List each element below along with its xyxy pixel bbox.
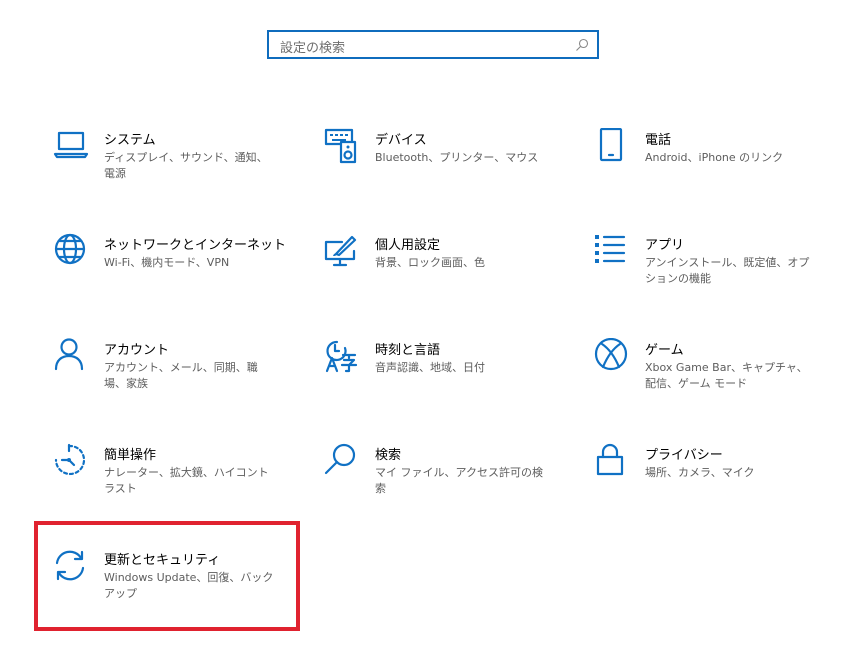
category-title: ネットワークとインターネット <box>104 238 287 253</box>
category-ease-of-access[interactable]: 簡単操作 ナレーター、拡大鏡、ハイコントラスト <box>53 443 293 523</box>
category-title: プライバシー <box>645 448 723 463</box>
category-personalization[interactable]: 個人用設定 背景、ロック画面、色 <box>324 233 564 313</box>
category-title: 時刻と言語 <box>375 343 441 358</box>
category-desc: ディスプレイ、サウンド、通知、電源 <box>104 151 268 180</box>
category-time-language[interactable]: 時刻と言語 音声認識、地域、日付 <box>324 338 564 418</box>
category-gaming[interactable]: ゲーム Xbox Game Bar、キャプチャ、配信、ゲーム モード <box>594 338 834 418</box>
category-title: システム <box>104 133 156 148</box>
category-network[interactable]: ネットワークとインターネット Wi-Fi、機内モード、VPN <box>53 233 293 313</box>
person-icon <box>53 338 89 374</box>
category-title: 簡単操作 <box>104 448 157 463</box>
category-desc: 背景、ロック画面、色 <box>375 256 485 269</box>
search-input[interactable]: 設定の検索 <box>280 37 345 56</box>
category-title: ゲーム <box>645 343 684 358</box>
apps-list-icon <box>594 233 630 269</box>
category-phone[interactable]: 電話 Android、iPhone のリンク <box>594 128 834 208</box>
category-search[interactable]: 検索 マイ ファイル、アクセス許可の検索 <box>324 443 564 523</box>
paint-monitor-icon <box>324 233 360 269</box>
time-language-icon <box>324 338 360 374</box>
category-desc: 場所、カメラ、マイク <box>645 466 755 479</box>
category-desc: ナレーター、拡大鏡、ハイコントラスト <box>104 466 269 495</box>
category-title: デバイス <box>375 133 427 148</box>
category-accounts[interactable]: アカウント アカウント、メール、同期、職場、家族 <box>53 338 293 418</box>
keyboard-speaker-icon <box>324 128 360 164</box>
search-icon <box>576 38 589 51</box>
category-desc: アンインストール、既定値、オプションの機能 <box>645 256 810 285</box>
category-title: 個人用設定 <box>375 238 441 253</box>
ease-of-access-icon <box>53 443 89 479</box>
category-title: アカウント <box>104 343 170 358</box>
category-title: アプリ <box>645 238 685 253</box>
category-desc: Wi-Fi、機内モード、VPN <box>104 256 230 269</box>
laptop-icon <box>53 128 89 164</box>
highlight-box <box>34 521 300 631</box>
category-desc: アカウント、メール、同期、職場、家族 <box>104 361 258 390</box>
category-title: 検索 <box>375 448 402 463</box>
category-title: 電話 <box>645 133 672 148</box>
category-desc: Xbox Game Bar、キャプチャ、配信、ゲーム モード <box>645 361 808 390</box>
xbox-icon <box>594 338 630 374</box>
category-apps[interactable]: アプリ アンインストール、既定値、オプションの機能 <box>594 233 834 313</box>
globe-icon <box>53 233 89 269</box>
phone-icon <box>594 128 630 164</box>
search-box[interactable]: 設定の検索 <box>267 30 599 59</box>
category-privacy[interactable]: プライバシー 場所、カメラ、マイク <box>594 443 834 523</box>
category-desc: 音声認識、地域、日付 <box>375 361 485 374</box>
category-desc: Android、iPhone のリンク <box>645 151 784 164</box>
category-desc: Bluetooth、プリンター、マウス <box>375 151 539 164</box>
category-desc: マイ ファイル、アクセス許可の検索 <box>375 466 543 495</box>
category-devices[interactable]: デバイス Bluetooth、プリンター、マウス <box>324 128 564 208</box>
lock-icon <box>594 443 630 479</box>
category-system[interactable]: システム ディスプレイ、サウンド、通知、電源 <box>53 128 293 208</box>
search-icon <box>324 443 360 479</box>
